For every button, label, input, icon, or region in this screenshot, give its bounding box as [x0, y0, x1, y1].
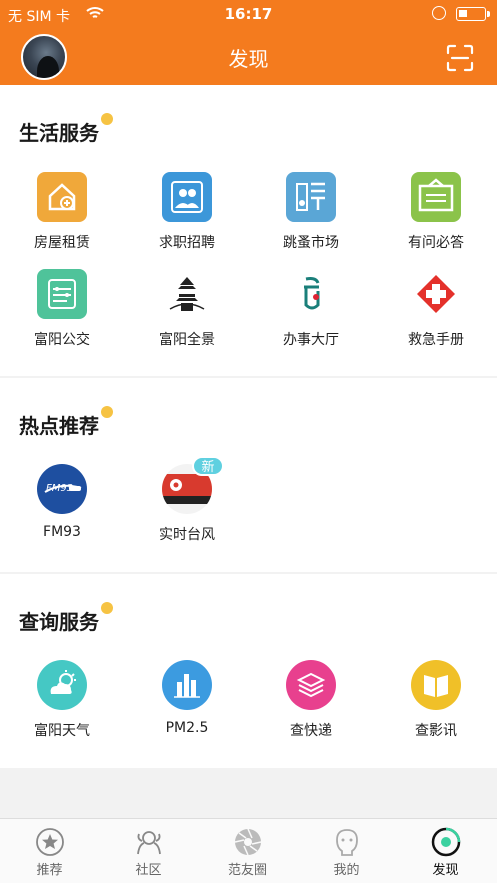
pagoda-icon	[162, 269, 212, 319]
tab-friends-circle[interactable]: 范友圈	[198, 819, 297, 883]
person-icon	[336, 829, 358, 856]
service-affairs-hall[interactable]: 办事大厅	[261, 269, 361, 359]
scan-icon[interactable]	[446, 44, 474, 72]
battery-icon	[456, 7, 490, 21]
discover-icon	[431, 827, 461, 857]
hall-logo-icon	[286, 269, 336, 319]
badge-dot	[101, 113, 113, 125]
people-icon	[162, 172, 212, 222]
section-query-services: 查询服务 富阳天气 PM2.5 查快递 查影讯	[0, 574, 497, 768]
badge-dot	[101, 602, 113, 614]
qa-icon	[411, 172, 461, 222]
section-title: 查询服务	[19, 602, 113, 635]
tab-bar: 推荐 社区 范友圈 我的 发现	[0, 818, 497, 883]
layers-icon	[286, 660, 336, 710]
rotation-lock-icon	[432, 6, 446, 20]
service-jobs[interactable]: 求职招聘	[137, 172, 237, 262]
badge-dot	[101, 406, 113, 418]
section-title: 生活服务	[19, 113, 113, 146]
header: 发现	[0, 30, 497, 85]
tab-discover[interactable]: 发现	[396, 819, 495, 883]
aperture-icon	[234, 828, 262, 856]
service-flea-market[interactable]: 跳蚤市场	[261, 172, 361, 262]
page-title: 发现	[228, 47, 269, 71]
service-panorama[interactable]: 富阳全景	[137, 269, 237, 359]
new-badge: 新	[192, 456, 224, 476]
bus-icon	[37, 269, 87, 319]
service-house-rental[interactable]: 房屋租赁	[12, 172, 112, 262]
community-icon	[137, 831, 161, 855]
service-bus[interactable]: 富阳公交	[12, 269, 112, 359]
section-life-services: 生活服务 房屋租赁 求职招聘 跳蚤市场 有问必答 富阳公交 富阳全景 办事大厅 …	[0, 85, 497, 376]
query-weather[interactable]: 富阳天气	[12, 660, 112, 750]
service-qa[interactable]: 有问必答	[386, 172, 486, 262]
status-bar: 无 SIM 卡 16:17	[0, 0, 497, 30]
clock: 16:17	[224, 5, 273, 23]
hot-typhoon[interactable]: 新 实时台风	[137, 456, 237, 554]
radio-fm93-icon: FM93	[37, 464, 87, 514]
book-icon	[411, 660, 461, 710]
bar-chart-icon	[162, 660, 212, 710]
star-icon	[36, 828, 64, 856]
tab-recommend[interactable]: 推荐	[0, 819, 99, 883]
query-express[interactable]: 查快递	[261, 660, 361, 750]
tab-mine[interactable]: 我的	[297, 819, 396, 883]
hot-fm93[interactable]: FM93 FM93	[12, 464, 112, 554]
section-hot-recommend: 热点推荐 FM93 FM93 新 实时台风	[0, 378, 497, 572]
tab-community[interactable]: 社区	[99, 819, 198, 883]
service-first-aid[interactable]: 救急手册	[386, 269, 486, 359]
section-title: 热点推荐	[19, 406, 113, 439]
house-plus-icon	[37, 172, 87, 222]
weather-icon	[37, 660, 87, 710]
market-icon	[286, 172, 336, 222]
query-movies[interactable]: 查影讯	[386, 660, 486, 750]
red-cross-icon	[411, 269, 461, 319]
query-pm25[interactable]: PM2.5	[137, 660, 237, 750]
